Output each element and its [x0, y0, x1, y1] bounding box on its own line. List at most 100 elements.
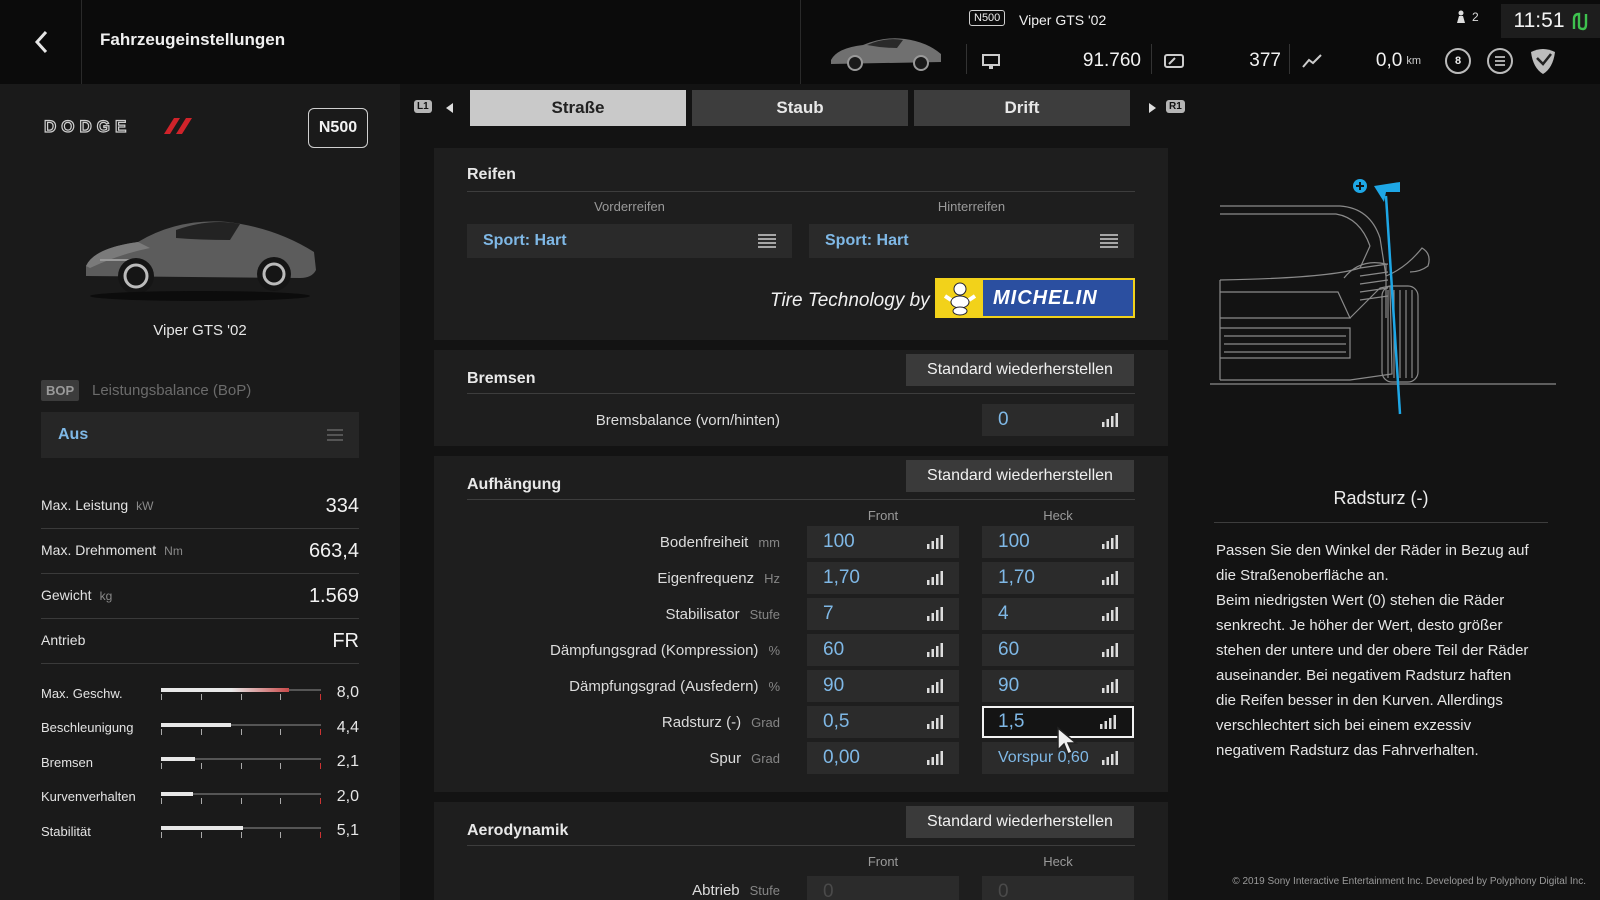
tab-staub[interactable]: Staub	[692, 90, 908, 126]
suspension-rear-field[interactable]: 1,70	[982, 562, 1134, 594]
performance-tick	[280, 694, 281, 700]
spec-label: Max. Leistung	[41, 497, 129, 513]
signal-bars-icon	[927, 607, 943, 621]
section-title: Aerodynamik	[467, 822, 569, 839]
top-bar: Fahrzeugeinstellungen N500 Viper GTS '02…	[0, 0, 1600, 84]
tab-strasse[interactable]: Straße	[470, 90, 686, 126]
mileage-points-value: 377	[1249, 50, 1281, 71]
mileage-icon	[1164, 54, 1184, 68]
suspension-row-label: Stabilisator Stufe	[665, 606, 780, 623]
suspension-row-label: Eigenfrequenz Hz	[657, 570, 780, 587]
spec-label-group: Max. Leistung kW	[41, 497, 154, 515]
help-description: Passen Sie den Winkel der Räder in Bezug…	[1216, 542, 1529, 759]
suspension-front-field[interactable]: 60	[807, 634, 959, 666]
performance-label: Stabilität	[41, 823, 91, 839]
suspension-reset-button[interactable]: Standard wiederherstellen	[906, 460, 1134, 492]
performance-tick	[320, 832, 321, 838]
divider	[467, 393, 1135, 394]
performance-bar-fill	[161, 722, 231, 727]
car-class-badge: N500	[969, 10, 1006, 26]
performance-bar	[161, 790, 321, 804]
suspension-row-label: Radsturz (-) Grad	[661, 714, 780, 731]
performance-bar	[161, 686, 321, 700]
suspension-front-field[interactable]: 100	[807, 526, 959, 558]
suspension-front-field[interactable]: 7	[807, 598, 959, 630]
suspension-front-field[interactable]: 0,00	[807, 742, 959, 774]
spec-row: Max. Leistung kW 334	[41, 484, 359, 529]
tires-section: Reifen Vorderreifen Hinterreifen Sport: …	[434, 148, 1168, 340]
suspension-row-label: Spur Grad	[709, 750, 780, 767]
divider	[966, 44, 967, 74]
brakes-section: Bremsen Standard wiederherstellen Bremsb…	[434, 350, 1168, 446]
performance-tick	[241, 694, 242, 700]
performance-tick	[320, 763, 321, 769]
divider	[1214, 522, 1548, 523]
col-rear: Heck	[1043, 508, 1073, 523]
performance-bar-fill	[161, 757, 195, 761]
profile-shield-icon[interactable]	[1527, 44, 1559, 76]
front-tire-select[interactable]: Sport: Hart	[467, 224, 792, 258]
downforce-rear-field[interactable]: 0	[982, 876, 1134, 900]
aero-reset-button[interactable]: Standard wiederherstellen	[906, 806, 1134, 838]
performance-tick	[201, 797, 202, 804]
downforce-front-field[interactable]: 0	[807, 876, 959, 900]
performance-value: 8,0	[336, 684, 359, 701]
arrow-left-icon[interactable]	[446, 103, 454, 113]
car-class-badge: N500	[308, 108, 368, 148]
list-icon	[1100, 234, 1118, 248]
col-rear: Heck	[1043, 854, 1073, 869]
performance-label: Max. Geschw.	[41, 685, 123, 701]
suspension-front-field[interactable]: 1,70	[807, 562, 959, 594]
suspension-rear-field[interactable]: 90	[982, 670, 1134, 702]
spec-label: Antrieb	[41, 632, 86, 648]
rear-tire-select[interactable]: Sport: Hart	[809, 224, 1134, 258]
suspension-rear-field[interactable]: 100	[982, 526, 1134, 558]
divider	[1289, 44, 1290, 74]
signal-bars-icon	[1102, 679, 1118, 693]
performance-tick	[161, 832, 162, 838]
tab-bar: L1 Straße Staub Drift R1	[414, 90, 1194, 126]
divider	[1151, 44, 1152, 74]
spec-unit: kW	[136, 499, 154, 513]
suspension-front-field[interactable]: 90	[807, 670, 959, 702]
performance-bar	[161, 824, 321, 838]
arrow-right-icon[interactable]	[1148, 103, 1156, 113]
signal-bars-icon	[927, 643, 943, 657]
chevron-left-icon	[34, 30, 47, 54]
menu-circle-icon[interactable]	[1487, 48, 1513, 74]
suspension-front-field[interactable]: 0,5	[807, 706, 959, 738]
michelin-text: MICHELIN	[993, 286, 1098, 309]
performance-tick	[201, 832, 202, 838]
performance-bar	[161, 755, 321, 769]
brakes-reset-button[interactable]: Standard wiederherstellen	[906, 354, 1134, 386]
clock-time: 11:51	[1513, 9, 1565, 32]
spec-unit: kg	[99, 589, 113, 603]
suspension-rear-field[interactable]: 4	[982, 598, 1134, 630]
car-image	[86, 221, 316, 301]
back-button[interactable]	[0, 0, 82, 84]
performance-tick	[320, 694, 321, 700]
spec-value: 334	[325, 494, 359, 517]
signal-bars-icon	[927, 571, 943, 585]
signal-bars-icon	[1102, 751, 1118, 765]
bop-select[interactable]: Aus	[41, 412, 359, 458]
connection-icon	[1572, 12, 1587, 31]
clock: 11:51	[1501, 4, 1600, 38]
list-icon	[758, 234, 776, 248]
signal-bars-icon	[1102, 607, 1118, 621]
spec-label-group: Gewicht kg	[41, 587, 112, 605]
signal-bars-icon	[927, 679, 943, 693]
list-icon	[1495, 56, 1505, 66]
spec-unit: Nm	[164, 544, 183, 558]
signal-bars-icon	[927, 751, 943, 765]
suspension-row-label: Dämpfungsgrad (Ausfedern)%	[569, 678, 780, 695]
suspension-row-label: Bodenfreiheit mm	[659, 534, 780, 551]
car-summary-panel: DODGE N500 Viper GTS '02 BOP Leistungsba…	[0, 84, 400, 900]
credits-value: 91.760	[1082, 50, 1141, 71]
suspension-rear-field[interactable]: 60	[982, 634, 1134, 666]
bop-label: Leistungsbalance (BoP)	[92, 382, 252, 399]
performance-bar-fill	[161, 791, 193, 796]
performance-row: Beschleunigung 4,4	[41, 717, 359, 739]
brake-balance-field[interactable]: 0	[982, 404, 1134, 436]
tab-drift[interactable]: Drift	[914, 90, 1130, 126]
